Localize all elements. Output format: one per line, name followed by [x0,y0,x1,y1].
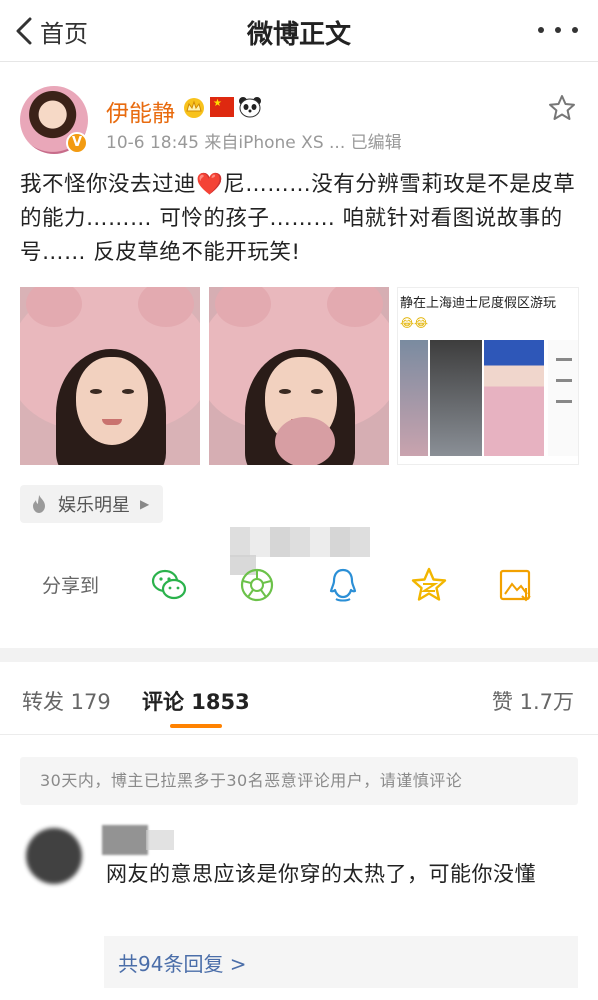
image-photo-strip [548,340,578,456]
flame-icon [33,495,45,513]
save-image-icon[interactable] [497,566,535,604]
image-face [76,357,148,445]
post-image-3[interactable]: 静在上海迪士尼度假区游玩 😂😂 [397,287,579,465]
heart-emoji: ❤️ [196,172,224,197]
author-name[interactable]: 伊能静 [106,94,175,128]
moments-icon[interactable] [238,566,276,604]
qzone-star-icon[interactable] [410,566,448,604]
share-label: 分享到 [42,575,100,597]
active-tab-indicator [170,724,222,728]
blurred-area [230,527,370,557]
wechat-icon[interactable] [150,566,188,604]
image-photo-strip [400,340,428,456]
image-paw [275,417,335,465]
panda-icon [239,97,261,118]
more-menu-button[interactable] [538,18,578,42]
page-title: 微博正文 [246,20,351,50]
image-emoji: 😂😂 [400,316,429,330]
image-photo-strip [430,340,482,456]
post-meta: 10-6 18:45 来自iPhone XS ... 已编辑 [106,133,402,153]
comment-replies-box[interactable]: 共94条回复 > [104,936,578,988]
user-badges [182,96,262,118]
tab-like[interactable]: 赞 1.7万 [492,686,574,716]
topic-label: 娱乐明星 [58,495,130,516]
image-caption: 静在上海迪士尼度假区游玩 [400,296,557,311]
tab-comment[interactable]: 评论 1853 [142,686,250,716]
image-eye [122,389,134,394]
image-mouth [102,419,122,425]
comment-notice: 30天内，博主已拉黑多于30名恶意评论用户，请谨慎评论 [20,757,578,805]
post-image-2[interactable] [209,287,389,465]
image-eye [311,389,323,394]
more-dot-icon [572,27,578,33]
image-eye [90,389,102,394]
tab-divider [0,734,598,735]
image-photo-strip [484,340,544,456]
verified-badge: V [66,132,88,154]
chevron-right-icon: ▶ [140,497,150,511]
china-flag-icon [210,97,234,117]
blurred-commenter-name [102,825,148,855]
comment-text: 网友的意思应该是你穿的太热了，可能你没懂 [106,862,536,886]
blurred-commenter-name [146,830,174,850]
view-replies-link[interactable]: 共94条回复 > [118,948,247,977]
crown-icon [184,98,204,118]
post-image-1[interactable] [20,287,200,465]
topic-chip[interactable]: 娱乐明星 ▶ [20,485,164,523]
image-eye [279,389,291,394]
more-dot-icon [555,27,561,33]
post-text: 我不怪你没去过迪❤️尼………没有分辨雪莉玫是不是皮草的能力……… 可怜的孩子……… [20,168,580,270]
qq-icon[interactable] [324,566,362,604]
nav-bar: 首页 微博正文 [0,0,598,62]
star-icon[interactable] [548,94,576,122]
post-text-part: 我不怪你没去过迪 [20,172,197,197]
tab-repost[interactable]: 转发 179 [22,686,111,716]
section-divider [0,648,598,662]
commenter-avatar[interactable] [26,828,82,884]
more-dot-icon [538,27,544,33]
